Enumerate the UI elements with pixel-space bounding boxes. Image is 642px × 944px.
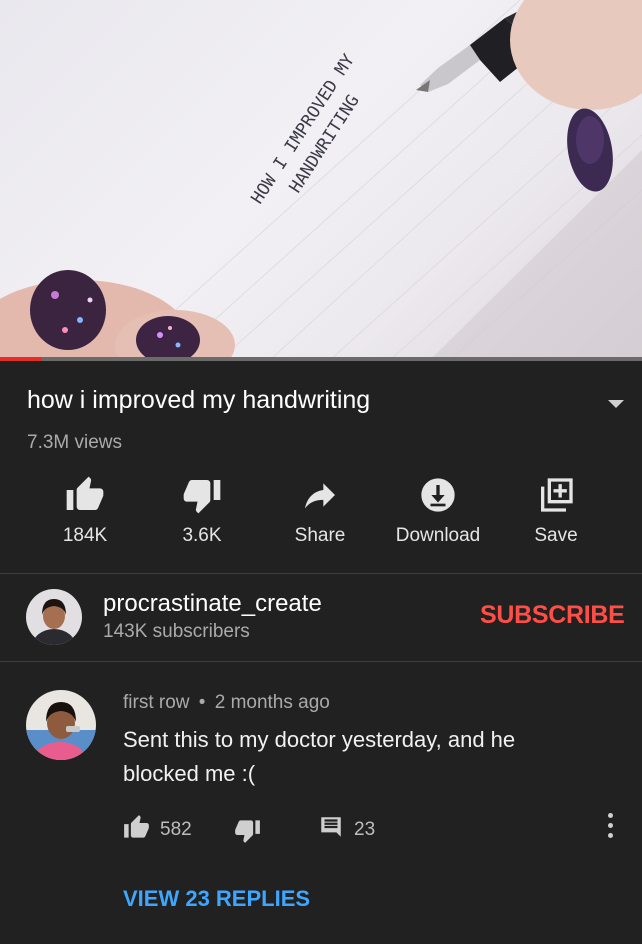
share-button[interactable]: Share (261, 475, 379, 555)
comment-dislike-button[interactable] (234, 817, 261, 849)
dislike-button[interactable]: 3.6K (143, 475, 261, 555)
view-count: 7.3M views (27, 432, 123, 453)
download-icon (379, 475, 497, 515)
meta-separator: • (198, 692, 206, 713)
download-label: Download (395, 525, 481, 546)
thumb-up-icon (123, 814, 150, 846)
comment-like-count: 582 (160, 819, 192, 840)
more-options-icon[interactable] (605, 813, 615, 843)
thumb-down-icon (143, 475, 261, 515)
subscriber-count: 143K subscribers (103, 621, 250, 642)
comment-icon (318, 814, 344, 845)
comment-author[interactable]: first row (123, 692, 190, 713)
view-replies-button[interactable]: VIEW 23 REPLIES (123, 886, 310, 912)
subscribe-button[interactable]: SUBSCRIBE (480, 601, 625, 630)
comment-like-button[interactable]: 582 (123, 814, 192, 846)
video-progress-bar[interactable] (0, 357, 642, 361)
video-thumbnail: HOW I IMPROVED MY HANDWRITING (0, 0, 642, 361)
thumb-up-icon (26, 475, 144, 515)
comment-time: 2 months ago (214, 692, 330, 713)
comment-text: Sent this to my doctor yesterday, and he… (123, 727, 516, 786)
comment-reply-button[interactable]: 23 (318, 814, 375, 845)
save-button[interactable]: Save (497, 475, 615, 555)
channel-avatar[interactable] (26, 589, 82, 645)
download-button[interactable]: Download (379, 475, 497, 555)
handwriting-text: HOW I IMPROVED MY HANDWRITING (247, 51, 363, 208)
channel-name[interactable]: procrastinate_create (103, 590, 322, 618)
dislike-count: 3.6K (182, 525, 222, 546)
divider (0, 661, 642, 662)
comment-meta: first row • 2 months ago (123, 692, 330, 714)
video-player[interactable]: HOW I IMPROVED MY HANDWRITING (0, 0, 642, 361)
share-icon (261, 475, 379, 515)
expand-description-icon[interactable] (608, 400, 624, 408)
save-icon (497, 475, 615, 515)
hand-top (510, 0, 642, 192)
reply-count: 23 (354, 818, 376, 840)
video-progress-fill (0, 357, 42, 361)
save-label: Save (534, 525, 578, 546)
divider (0, 573, 642, 574)
hand-bottom (0, 270, 235, 361)
share-label: Share (294, 525, 346, 546)
like-count: 184K (62, 525, 108, 546)
thumb-down-icon (234, 817, 261, 849)
like-button[interactable]: 184K (26, 475, 144, 555)
video-title: how i improved my handwriting (27, 386, 371, 414)
commenter-avatar[interactable] (26, 690, 96, 760)
